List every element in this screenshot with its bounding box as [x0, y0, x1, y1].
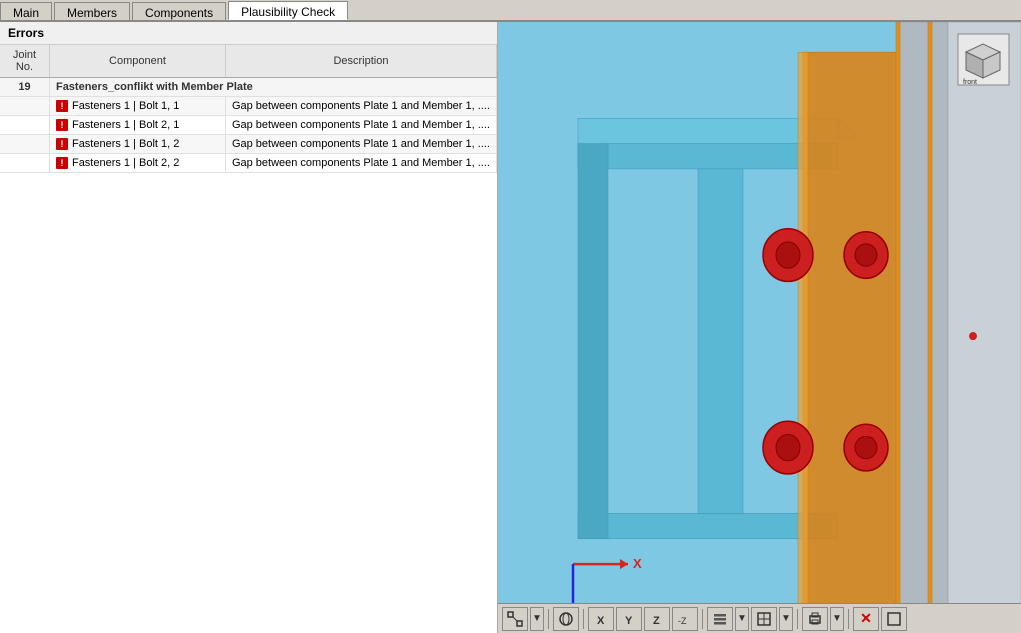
tab-bar: Main Members Components Plausibility Che…: [0, 0, 1021, 22]
component-cell: !Fasteners 1 | Bolt 1, 1: [49, 97, 225, 116]
print-dropdown[interactable]: ▼: [830, 607, 844, 631]
y-view-button[interactable]: Y: [616, 607, 642, 631]
svg-text:X: X: [633, 556, 642, 571]
sep2: [583, 609, 584, 629]
svg-text:Y: Y: [625, 615, 633, 627]
error-icon: !: [56, 157, 68, 169]
joint-no-cell: [0, 97, 49, 116]
description-cell: Gap between components Plate 1 and Membe…: [225, 135, 496, 154]
joint-no-cell: [0, 154, 49, 173]
component-cell: !Fasteners 1 | Bolt 1, 2: [49, 135, 225, 154]
left-panel: Errors JointNo. Component Description 19…: [0, 22, 498, 633]
sep4: [797, 609, 798, 629]
component-cell: !Fasteners 1 | Bolt 2, 1: [49, 116, 225, 135]
layers-button[interactable]: [707, 607, 733, 631]
svg-text:X: X: [597, 615, 605, 627]
svg-text:front: front: [963, 79, 977, 86]
svg-text:Z: Z: [653, 615, 660, 627]
tab-components[interactable]: Components: [132, 2, 226, 20]
table-row[interactable]: !Fasteners 1 | Bolt 2, 2 Gap between com…: [0, 154, 497, 173]
close-red-button[interactable]: ✕: [853, 607, 879, 631]
perspective-button[interactable]: [553, 607, 579, 631]
joint-no-cell: [0, 135, 49, 154]
table-row[interactable]: !Fasteners 1 | Bolt 1, 1 Gap between com…: [0, 97, 497, 116]
joint-no-cell: [0, 116, 49, 135]
errors-header: Errors: [0, 22, 497, 45]
layers-dropdown[interactable]: ▼: [735, 607, 749, 631]
error-icon: !: [56, 119, 68, 131]
joint-no-cell: 19: [0, 78, 49, 97]
sep5: [848, 609, 849, 629]
viewport: X Z front ▼: [498, 22, 1021, 633]
table-row[interactable]: 19 Fasteners_conflikt with Member Plate: [0, 78, 497, 97]
3d-scene: X Z: [498, 22, 1021, 633]
table-container: JointNo. Component Description 19 Fasten…: [0, 45, 497, 633]
fit-all-button[interactable]: [502, 607, 528, 631]
render-dropdown[interactable]: ▼: [779, 607, 793, 631]
col-joint-no: JointNo.: [0, 45, 49, 78]
main-layout: Errors JointNo. Component Description 19…: [0, 22, 1021, 633]
orientation-cube[interactable]: front: [956, 32, 1011, 87]
svg-text:-Z: -Z: [678, 616, 687, 626]
neg-z-view-button[interactable]: -Z: [672, 607, 698, 631]
component-cell: !Fasteners 1 | Bolt 2, 2: [49, 154, 225, 173]
render-mode-button[interactable]: [751, 607, 777, 631]
tab-members[interactable]: Members: [54, 2, 130, 20]
error-icon: !: [56, 100, 68, 112]
x-view-button[interactable]: X: [588, 607, 614, 631]
z-view-button[interactable]: Z: [644, 607, 670, 631]
bottom-toolbar: ▼ X Y Z -Z: [498, 603, 1021, 633]
col-description: Description: [225, 45, 496, 78]
sep3: [702, 609, 703, 629]
group-label-cell: Fasteners_conflikt with Member Plate: [49, 78, 496, 97]
tab-main[interactable]: Main: [0, 2, 52, 20]
errors-table: JointNo. Component Description 19 Fasten…: [0, 45, 497, 173]
description-cell: Gap between components Plate 1 and Membe…: [225, 97, 496, 116]
sep1: [548, 609, 549, 629]
description-cell: Gap between components Plate 1 and Membe…: [225, 116, 496, 135]
fit-dropdown[interactable]: ▼: [530, 607, 544, 631]
tab-plausibility[interactable]: Plausibility Check: [228, 1, 348, 20]
error-icon: !: [56, 138, 68, 150]
print-button[interactable]: [802, 607, 828, 631]
table-row[interactable]: !Fasteners 1 | Bolt 2, 1 Gap between com…: [0, 116, 497, 135]
col-component: Component: [49, 45, 225, 78]
table-row[interactable]: !Fasteners 1 | Bolt 1, 2 Gap between com…: [0, 135, 497, 154]
settings-button[interactable]: [881, 607, 907, 631]
description-cell: Gap between components Plate 1 and Membe…: [225, 154, 496, 173]
